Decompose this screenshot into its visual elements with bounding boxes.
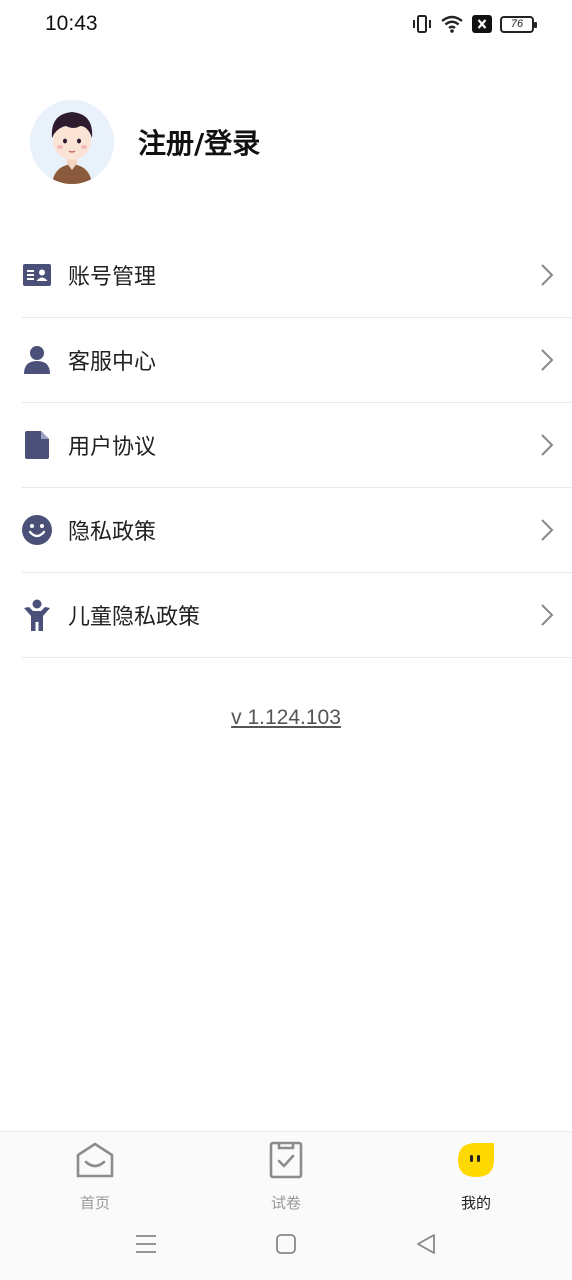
tab-label: 试卷 — [270, 1194, 301, 1212]
menu-item-account[interactable]: 账号管理 — [22, 233, 572, 318]
status-time: 10:43 — [45, 12, 98, 35]
no-sim-icon — [472, 15, 492, 33]
tab-label: 我的 — [460, 1194, 491, 1212]
system-nav-bar — [0, 1216, 572, 1280]
menu-item-privacy-policy[interactable]: 隐私政策 — [22, 488, 572, 573]
login-register-link[interactable]: 注册/登录 — [138, 122, 260, 162]
chevron-right-icon — [541, 604, 554, 626]
tab-exam[interactable]: 试卷 — [246, 1140, 326, 1213]
chevron-right-icon — [541, 264, 554, 286]
mine-icon — [458, 1143, 494, 1177]
tab-home[interactable]: 首页 — [55, 1140, 135, 1213]
profile-header[interactable]: 注册/登录 — [30, 100, 260, 184]
exam-paper-icon — [269, 1141, 303, 1179]
wifi-icon — [441, 15, 463, 33]
tab-label: 首页 — [79, 1194, 110, 1212]
home-icon — [76, 1142, 114, 1178]
child-icon — [22, 599, 52, 631]
bottom-tab-bar: 首页 试卷 我的 — [0, 1131, 572, 1216]
document-icon — [22, 430, 52, 460]
settings-menu: 账号管理 客服中心 用户协议 隐私政策 儿童隐私政策 — [22, 233, 572, 658]
menu-item-label: 客服中心 — [68, 350, 157, 375]
avatar-boy-icon — [30, 100, 114, 184]
chevron-right-icon — [541, 434, 554, 456]
menu-icon[interactable] — [134, 1232, 158, 1256]
menu-item-customer-service[interactable]: 客服中心 — [22, 318, 572, 403]
home-square-icon[interactable] — [274, 1232, 298, 1256]
smiley-icon — [22, 515, 52, 545]
person-icon — [22, 345, 52, 375]
menu-item-child-privacy-policy[interactable]: 儿童隐私政策 — [22, 573, 572, 658]
menu-item-label: 儿童隐私政策 — [68, 605, 201, 630]
vibrate-icon — [413, 15, 431, 33]
menu-item-user-agreement[interactable]: 用户协议 — [22, 403, 572, 488]
tab-mine[interactable]: 我的 — [436, 1140, 516, 1213]
menu-item-label: 用户协议 — [68, 435, 157, 460]
menu-item-label: 隐私政策 — [68, 520, 157, 545]
avatar[interactable] — [30, 100, 114, 184]
menu-item-label: 账号管理 — [68, 265, 157, 290]
version-label: v 1.124.103 — [231, 706, 341, 729]
id-card-icon — [22, 260, 52, 290]
battery-indicator: 76 — [500, 15, 537, 33]
status-icons: 76 — [412, 14, 537, 34]
status-bar: 10:43 76 — [0, 0, 572, 52]
back-triangle-icon[interactable] — [414, 1232, 438, 1256]
chevron-right-icon — [541, 519, 554, 541]
chevron-right-icon — [541, 349, 554, 371]
